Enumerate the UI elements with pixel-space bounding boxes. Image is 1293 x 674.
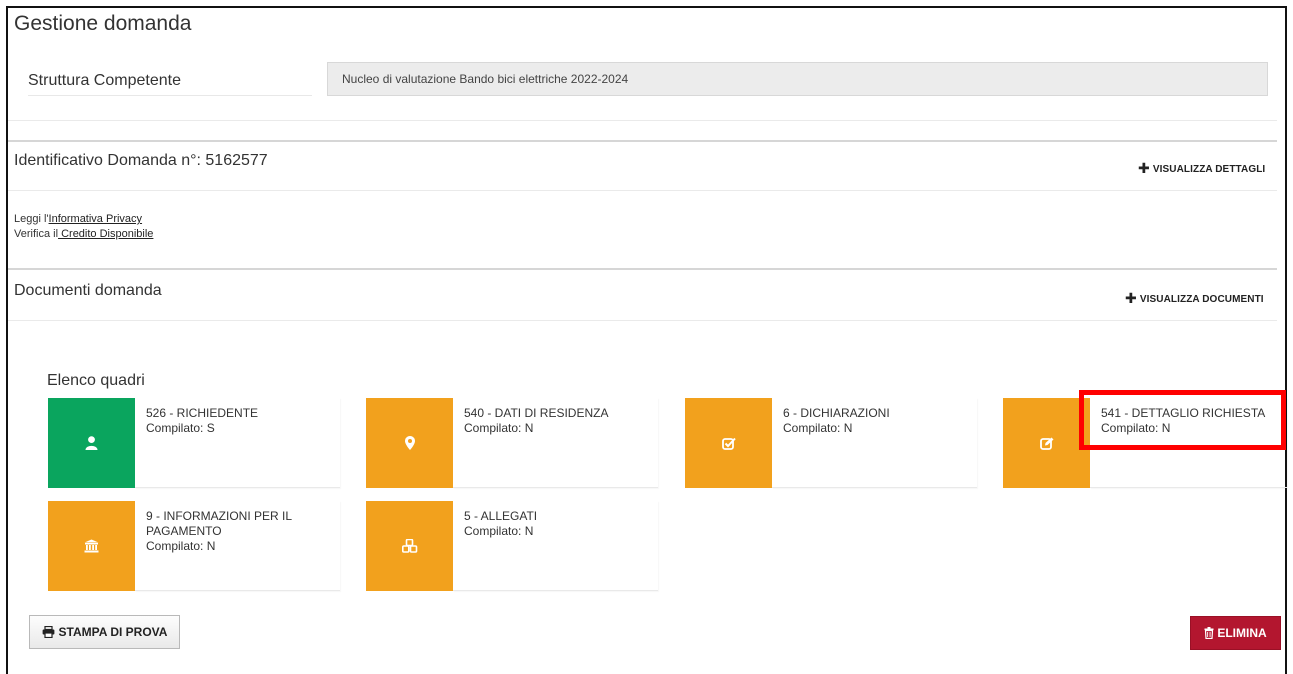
quadro-card-informazioni-pagamento[interactable]: 9 - INFORMAZIONI PER IL PAGAMENTO Compila… [48, 501, 340, 591]
stampa-di-prova-label: STAMPA DI PROVA [58, 625, 168, 639]
quadro-body: 9 - INFORMAZIONI PER IL PAGAMENTO Compila… [135, 501, 340, 591]
visualizza-dettagli-link[interactable]: ✚ VISUALIZZA DETTAGLI [1138, 160, 1265, 177]
quadro-tile [48, 398, 135, 488]
quadro-card-dichiarazioni[interactable]: 6 - DICHIARAZIONI Compilato: N [685, 398, 977, 488]
quadro-card-dati-residenza[interactable]: 540 - DATI DI RESIDENZA Compilato: N [366, 398, 658, 488]
quadro-status: Compilato: N [783, 421, 853, 435]
quadro-card-richiedente[interactable]: 526 - RICHIEDENTE Compilato: S [48, 398, 340, 488]
quadro-tile [366, 501, 453, 591]
quadro-tile [48, 501, 135, 591]
divider [8, 190, 1277, 191]
divider [8, 268, 1277, 270]
stampa-di-prova-button[interactable]: STAMPA DI PROVA [29, 615, 180, 649]
edit-icon [1039, 437, 1054, 450]
divider [8, 140, 1277, 142]
quadro-body: 526 - RICHIEDENTE Compilato: S [135, 398, 340, 488]
privacy-line: Leggi l'Informativa Privacy [14, 213, 142, 225]
elenco-quadri-title: Elenco quadri [47, 372, 145, 389]
credito-prefix: Verifica il [14, 228, 59, 240]
bank-icon [84, 539, 99, 553]
check-square-icon [721, 437, 736, 450]
quadro-status: Compilato: S [146, 421, 215, 435]
quadro-status: Compilato: N [146, 539, 216, 553]
highlight-box [1079, 390, 1286, 450]
quadro-body: 5 - ALLEGATI Compilato: N [453, 501, 658, 591]
documenti-title: Documenti domanda [14, 282, 162, 299]
quadro-status: Compilato: N [464, 524, 534, 538]
elimina-button[interactable]: ELIMINA [1190, 616, 1281, 650]
divider [8, 320, 1277, 321]
print-icon [42, 626, 55, 638]
plus-icon: ✚ [1138, 160, 1150, 176]
quadro-status: Compilato: N [464, 421, 534, 435]
quadro-name: 540 - DATI DI RESIDENZA Compilato: N [464, 406, 654, 436]
user-icon [85, 436, 98, 450]
quadro-name: 9 - INFORMAZIONI PER IL PAGAMENTO Compila… [146, 509, 336, 554]
informativa-privacy-link[interactable]: Informativa Privacy [49, 213, 143, 225]
cubes-icon [401, 539, 418, 553]
elimina-label: ELIMINA [1217, 626, 1267, 640]
quadro-body: 540 - DATI DI RESIDENZA Compilato: N [453, 398, 658, 488]
quadro-tile [1003, 398, 1090, 488]
quadro-name: 526 - RICHIEDENTE Compilato: S [146, 406, 336, 436]
identificativo-title: Identificativo Domanda n°: 5162577 [14, 152, 268, 169]
quadro-tile [685, 398, 772, 488]
quadro-body: 6 - DICHIARAZIONI Compilato: N [772, 398, 977, 488]
visualizza-documenti-label: VISUALIZZA DOCUMENTI [1139, 294, 1264, 305]
struttura-label: Struttura Competente [28, 72, 312, 96]
quadro-name: 6 - DICHIARAZIONI Compilato: N [783, 406, 973, 436]
privacy-prefix: Leggi l' [14, 213, 49, 225]
visualizza-documenti-link[interactable]: ✚ VISUALIZZA DOCUMENTI [1125, 290, 1264, 307]
quadro-tile [366, 398, 453, 488]
struttura-field: Nucleo di valutazione Bando bici elettri… [327, 62, 1268, 96]
quadro-card-allegati[interactable]: 5 - ALLEGATI Compilato: N [366, 501, 658, 591]
quadro-name: 5 - ALLEGATI Compilato: N [464, 509, 654, 539]
page-title: Gestione domanda [14, 12, 192, 35]
map-marker-icon [404, 436, 415, 450]
divider [8, 120, 1277, 121]
visualizza-dettagli-label: VISUALIZZA DETTAGLI [1152, 164, 1266, 175]
trash-icon [1204, 627, 1214, 639]
credito-disponibile-link[interactable]: Credito Disponibile [58, 228, 153, 240]
credito-line: Verifica il Credito Disponibile [14, 228, 153, 240]
plus-icon: ✚ [1125, 290, 1137, 306]
